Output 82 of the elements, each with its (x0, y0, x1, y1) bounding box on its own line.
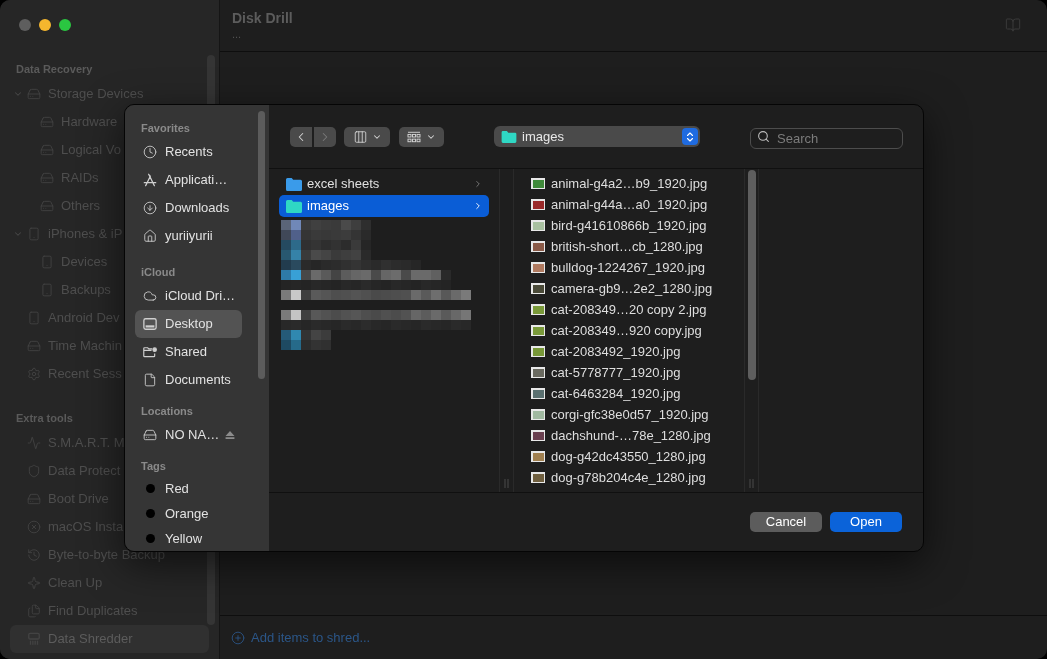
file-item[interactable]: dachshund-…78e_1280.jpg (514, 425, 744, 446)
x-circle-icon (27, 520, 41, 534)
section-header: Tags (141, 459, 166, 475)
clock-icon (143, 145, 157, 159)
grid-icon (407, 130, 421, 143)
cancel-button[interactable]: Cancel (750, 512, 822, 532)
file-item[interactable]: cat-208349…20 copy 2.jpg (514, 299, 744, 320)
file-item[interactable]: cat-6463284_1920.jpg (514, 383, 744, 404)
sidebar-item[interactable]: Desktop (135, 310, 242, 338)
sidebar-item[interactable]: iCloud Dri… (135, 282, 242, 310)
folder-item[interactable]: images (279, 195, 489, 217)
file-item[interactable]: cat-5778777_1920.jpg (514, 362, 744, 383)
file-item[interactable]: dog-g78b204c4e_1280.jpg (514, 467, 744, 488)
drive-icon (143, 428, 157, 442)
shared-folder-icon (143, 345, 157, 359)
zoom-button[interactable] (59, 19, 71, 31)
file-item[interactable]: bulldog-1224267_1920.jpg (514, 257, 744, 278)
back-button[interactable] (290, 126, 312, 147)
file-item[interactable]: animal-g4a2…b9_1920.jpg (514, 173, 744, 194)
file-item[interactable]: bird-g41610866b_1920.jpg (514, 215, 744, 236)
close-button[interactable] (19, 19, 31, 31)
sidebar-item[interactable]: Recents (135, 138, 242, 166)
pixelated-row (281, 330, 331, 350)
section-header: iCloud (141, 265, 176, 281)
drive-icon (27, 492, 41, 506)
drive-icon (40, 143, 54, 157)
file-item[interactable]: british-short…cb_1280.jpg (514, 236, 744, 257)
drive-icon (40, 199, 54, 213)
sidebar-item[interactable]: Red (135, 476, 242, 501)
chevron-down-icon[interactable] (13, 229, 23, 239)
folder-item[interactable]: excel sheets (279, 173, 489, 195)
sidebar-item[interactable]: Documents (135, 366, 242, 394)
chevron-right-icon (473, 179, 483, 189)
sidebar-item[interactable]: NO NA… (135, 421, 242, 449)
shield-icon (27, 464, 41, 478)
apps-icon (143, 173, 157, 187)
view-mode-button[interactable] (344, 126, 390, 147)
file-item[interactable]: camera-gb9…2e2_1280.jpg (514, 278, 744, 299)
document-icon (143, 373, 157, 387)
file-item[interactable]: cat-2083492_1920.jpg (514, 341, 744, 362)
chevron-down-icon[interactable] (13, 89, 23, 99)
minimize-button[interactable] (39, 19, 51, 31)
sidebar-item[interactable]: Shared (135, 338, 242, 366)
sidebar-item[interactable]: Yellow (135, 526, 242, 551)
file-item[interactable]: corgi-gfc38e0d57_1920.jpg (514, 404, 744, 425)
columns-icon (352, 129, 368, 144)
download-icon (143, 201, 157, 215)
plus-circle-icon (231, 630, 245, 645)
drive-icon (27, 87, 41, 101)
scrollbar[interactable] (258, 111, 265, 379)
sidebar-item[interactable]: Downloads (135, 194, 242, 222)
cloud-icon (143, 289, 157, 303)
eject-icon[interactable] (225, 431, 236, 439)
path-popup[interactable]: images (494, 126, 700, 147)
book-icon[interactable] (1005, 17, 1021, 33)
section-header: Locations (141, 404, 193, 420)
home-icon (143, 229, 157, 243)
sidebar-item[interactable]: yuriiyurii (135, 222, 242, 250)
scrollbar[interactable] (748, 170, 756, 380)
stepper-icon (682, 128, 698, 145)
chevron-right-icon (473, 201, 483, 211)
gear-icon (27, 367, 41, 381)
pulse-graph-icon (27, 436, 41, 450)
sidebar-item[interactable]: Applicati… (135, 166, 242, 194)
files-icon (27, 604, 41, 618)
sidebar-item[interactable]: Orange (135, 501, 242, 526)
file-item[interactable]: dog-g42dc43550_1280.jpg (514, 446, 744, 467)
search-icon (757, 130, 770, 143)
search-field[interactable]: Search (750, 128, 903, 149)
file-item[interactable]: cat-208349…920 copy.jpg (514, 320, 744, 341)
folder-icon (501, 130, 517, 143)
desktop-icon (143, 317, 157, 331)
group-button[interactable] (399, 126, 444, 147)
file-item[interactable]: animal-g44a…a0_1920.jpg (514, 194, 744, 215)
drive-icon (27, 339, 41, 353)
drive-icon (40, 115, 54, 129)
history-icon (27, 548, 41, 562)
app-subtitle: ... (232, 27, 243, 41)
section-header: Favorites (141, 121, 190, 137)
drive-icon (40, 171, 54, 185)
app-title: Disk Drill (232, 9, 293, 27)
open-button[interactable]: Open (830, 512, 902, 532)
